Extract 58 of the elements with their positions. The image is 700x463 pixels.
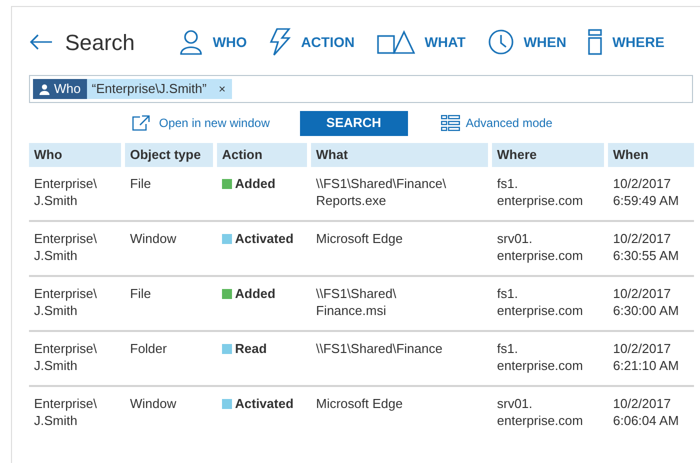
nav-tab[interactable]: WHO bbox=[178, 29, 247, 55]
clock-icon bbox=[488, 29, 514, 55]
advanced-mode-link[interactable]: Advanced mode bbox=[440, 114, 552, 132]
shapes-icon bbox=[376, 30, 415, 54]
table-cell-text: 10/2/2017 6:21:10 AM bbox=[613, 340, 680, 374]
table-cell-text: Enterprise\ J.Smith bbox=[34, 395, 98, 429]
filter-value: “Enterprise\J.Smith” bbox=[92, 80, 207, 98]
filter-label: Who bbox=[33, 79, 87, 99]
table-cell-text: File bbox=[130, 175, 152, 192]
action-label: Read bbox=[222, 340, 302, 357]
table-cell-text: Window bbox=[130, 395, 178, 412]
table-cell-text: \\FS1\Shared\ Finance.msi bbox=[316, 285, 398, 319]
column-header: Where bbox=[492, 143, 604, 167]
column-header: Object type bbox=[125, 143, 213, 167]
table-cell-text: 10/2/2017 6:06:04 AM bbox=[613, 395, 680, 429]
table-cell-text: File bbox=[130, 285, 152, 302]
table-cell-text: \\FS1\Shared\Finance\ Reports.exe bbox=[316, 175, 448, 209]
external-link-icon bbox=[132, 115, 150, 131]
table-cell-text: 10/2/2017 6:30:00 AM bbox=[613, 285, 680, 319]
table-cell-text: 10/2/2017 6:30:55 AM bbox=[613, 230, 680, 264]
table-cell-text: Folder bbox=[130, 340, 168, 357]
nav-tab[interactable]: WHERE bbox=[588, 29, 664, 55]
column-header: When bbox=[608, 143, 694, 167]
table-cell-text: Enterprise\ J.Smith bbox=[34, 285, 98, 319]
nav-tab[interactable]: WHEN bbox=[488, 29, 566, 55]
table-cell-text: 10/2/2017 6:59:49 AM bbox=[613, 175, 680, 209]
layout-icon bbox=[440, 115, 460, 131]
table-cell-text: srv01. enterprise.com bbox=[497, 230, 584, 264]
open-new-window-link[interactable]: Open in new window bbox=[132, 114, 270, 132]
table-cell-text: Microsoft Edge bbox=[316, 395, 404, 412]
nav-tab[interactable]: WHAT bbox=[376, 30, 466, 54]
action-label: Activated bbox=[222, 395, 302, 412]
action-label: Activated bbox=[222, 230, 302, 247]
table-cell-text: Enterprise\ J.Smith bbox=[34, 230, 98, 264]
table-cell-text: Microsoft Edge bbox=[316, 230, 404, 247]
search-button[interactable]: SEARCH bbox=[300, 110, 408, 136]
lightning-icon bbox=[268, 28, 291, 56]
page-title: Search bbox=[65, 28, 135, 56]
table-cell-text: fs1. enterprise.com bbox=[497, 285, 584, 319]
action-label: Added bbox=[222, 175, 302, 192]
table-cell-text: srv01. enterprise.com bbox=[497, 395, 584, 429]
user-icon bbox=[39, 84, 50, 94]
column-header: Action bbox=[217, 143, 307, 167]
back-arrow-icon[interactable] bbox=[29, 34, 53, 50]
table-cell-text: fs1. enterprise.com bbox=[497, 340, 584, 374]
table-cell-text: Window bbox=[130, 230, 178, 247]
column-header: What bbox=[311, 143, 488, 167]
table-cell-text: fs1. enterprise.com bbox=[497, 175, 584, 209]
user-icon bbox=[178, 29, 203, 55]
action-label: Added bbox=[222, 285, 302, 302]
server-icon bbox=[588, 29, 602, 55]
search-field[interactable]: Who “Enterprise\J.Smith” × bbox=[29, 75, 693, 103]
remove-filter-button[interactable]: × bbox=[218, 83, 226, 95]
table-cell-text: Enterprise\ J.Smith bbox=[34, 175, 98, 209]
table-cell-text: \\FS1\Shared\Finance bbox=[316, 340, 444, 357]
column-header: Who bbox=[29, 143, 121, 167]
table-cell-text: Enterprise\ J.Smith bbox=[34, 340, 98, 374]
nav-tab[interactable]: ACTION bbox=[268, 28, 355, 56]
